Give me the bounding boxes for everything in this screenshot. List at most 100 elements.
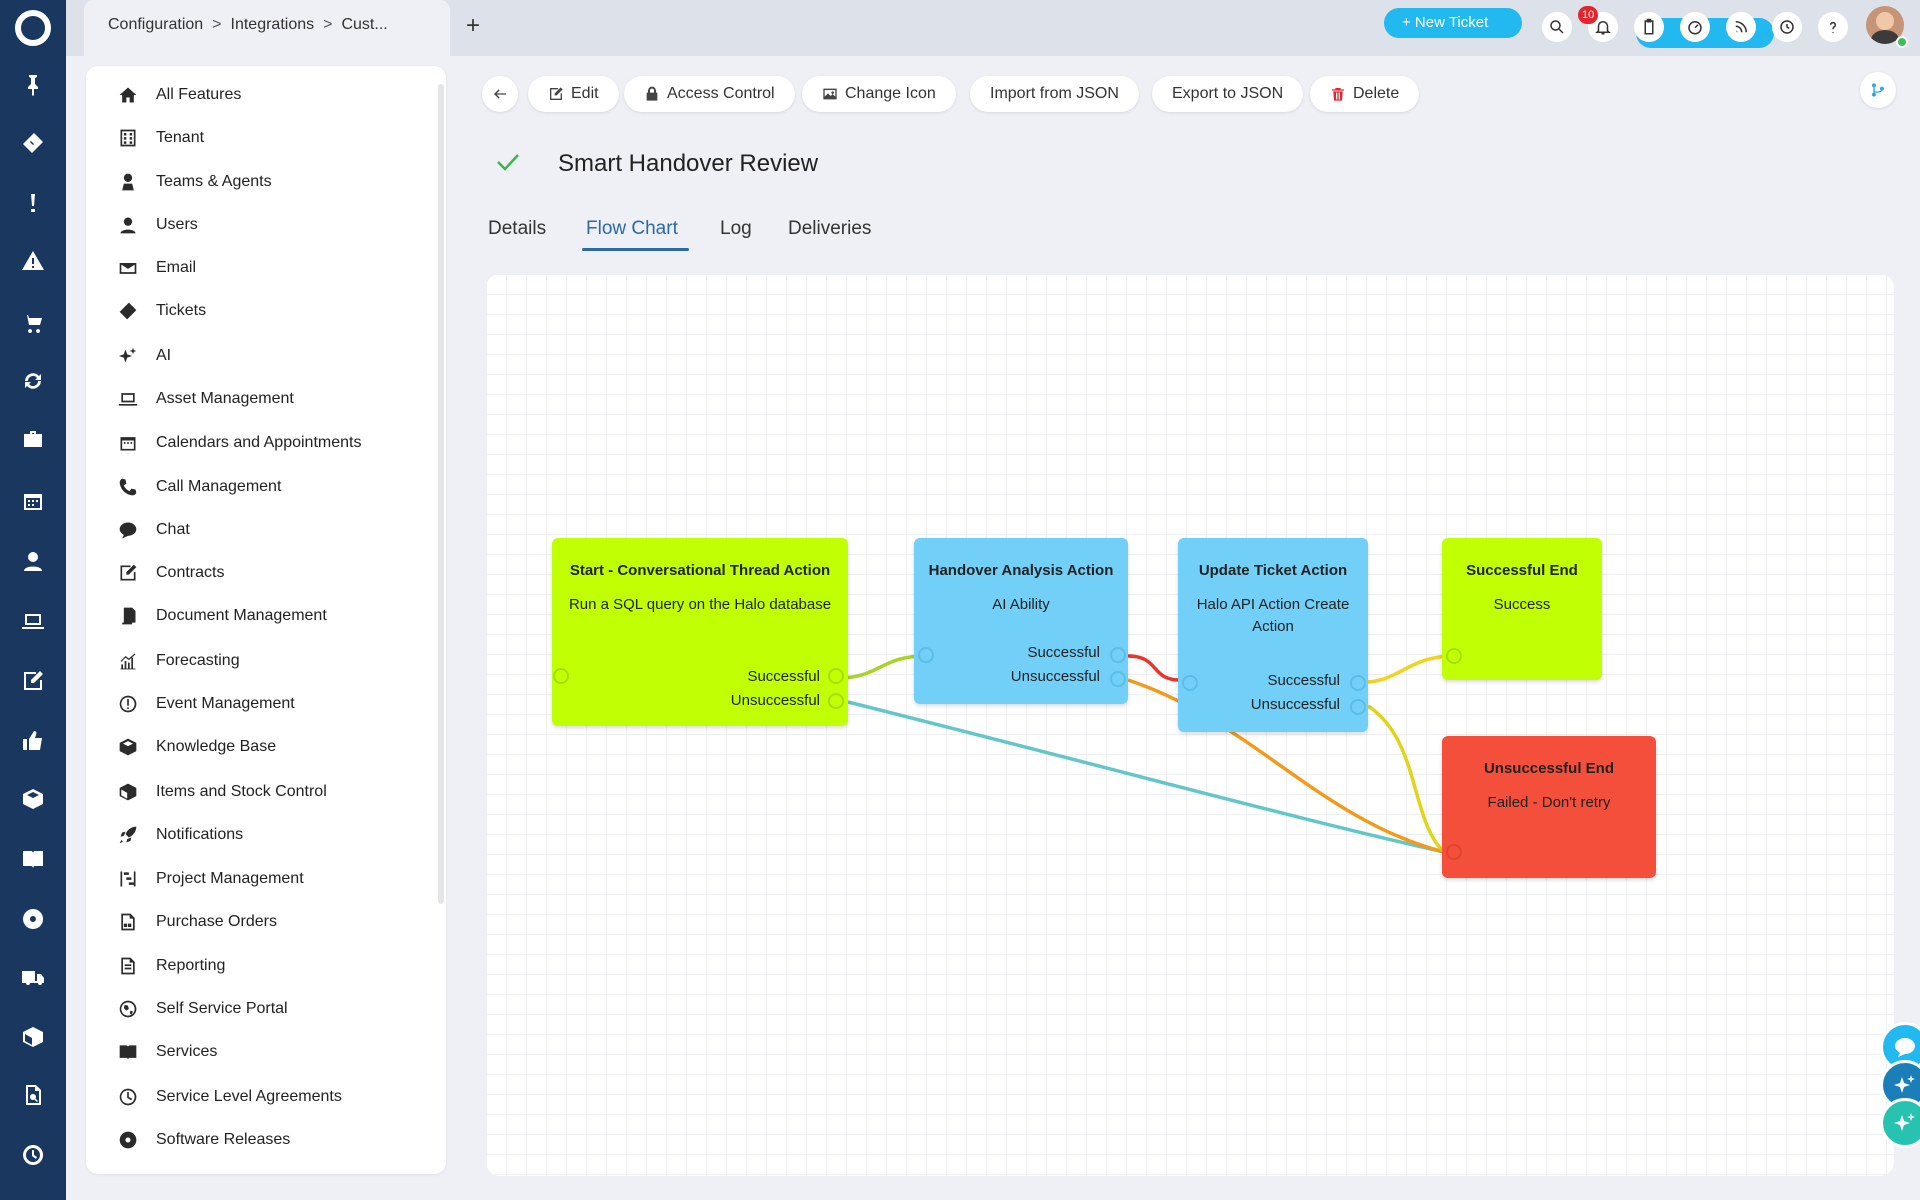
exclamation-icon[interactable] [18,188,48,218]
thumbs-up-icon[interactable] [18,726,48,756]
ticket-icon[interactable] [18,128,48,158]
input-port[interactable] [1182,675,1198,691]
menu-item-software-releases[interactable]: Software Releases [116,1125,290,1155]
export-json-button[interactable]: Export to JSON [1152,76,1304,112]
menu-item-asset-management[interactable]: Asset Management [116,384,294,414]
box-icon[interactable] [18,784,48,814]
output-port-successful[interactable] [828,668,844,684]
tab-details[interactable]: Details [488,218,546,240]
tab-flow-chart[interactable]: Flow Chart [586,218,678,240]
menu-item-services[interactable]: Services [116,1037,217,1067]
menu-item-purchase-orders[interactable]: Purchase Orders [116,907,277,937]
menu-item-email[interactable]: Email [116,253,196,283]
menu-item-contracts[interactable]: Contracts [116,558,224,588]
agent-icon [116,170,140,194]
node-title: Update Ticket Action [1198,562,1348,579]
ticket-icon [116,299,140,323]
menu-item-chat[interactable]: Chat [116,515,190,545]
menu-item-self-service-portal[interactable]: Self Service Portal [116,994,288,1024]
menu-item-document-management[interactable]: Document Management [116,601,327,631]
pin-icon[interactable] [18,70,48,100]
menu-item-sla[interactable]: Service Level Agreements [116,1082,342,1112]
menu-item-all-features[interactable]: All Features [116,80,241,110]
menu-item-teams-agents[interactable]: Teams & Agents [116,167,272,197]
flow-node-start[interactable]: Start - Conversational Thread Action Run… [552,538,848,726]
branch-icon[interactable] [1860,72,1896,108]
menu-item-users[interactable]: Users [116,210,198,240]
output-port-unsuccessful[interactable] [1350,699,1366,715]
calendar-icon[interactable] [18,486,48,516]
rss-icon[interactable] [1726,12,1756,42]
change-icon-button[interactable]: Change Icon [802,76,956,112]
document-search-icon[interactable] [18,1080,48,1110]
tab-log[interactable]: Log [720,218,752,240]
input-port[interactable] [553,668,569,684]
flow-node-update-ticket[interactable]: Update Ticket Action Halo API Action Cre… [1178,538,1368,732]
clipboard-icon[interactable] [1634,12,1664,42]
back-button[interactable] [482,76,518,112]
new-ticket-button[interactable]: + New Ticket [1384,8,1522,38]
new-tab-plus-icon[interactable]: + [466,14,480,38]
output-port-successful[interactable] [1350,675,1366,691]
flow-node-handover-analysis[interactable]: Handover Analysis Action AI Ability Succ… [914,538,1128,704]
input-port[interactable] [1446,844,1462,860]
package-icon[interactable] [18,1022,48,1052]
menu-item-ai[interactable]: AI [116,341,171,371]
node-description: AI Ability [992,596,1050,613]
search-icon[interactable] [1542,12,1572,42]
breadcrumb-current[interactable]: Cust... [341,16,387,33]
chart-icon [116,649,140,673]
help-icon[interactable] [1818,12,1848,42]
cart-icon[interactable] [18,308,48,338]
menu-scrollbar[interactable] [438,84,444,904]
edit-icon[interactable] [18,666,48,696]
import-json-button[interactable]: Import from JSON [970,76,1139,112]
history-icon[interactable] [1772,12,1802,42]
boxes-icon [116,735,140,759]
breadcrumb-configuration[interactable]: Configuration [108,16,203,33]
flow-node-successful-end[interactable]: Successful End Success [1442,538,1602,680]
menu-item-project-management[interactable]: Project Management [116,864,304,894]
menu-item-tickets[interactable]: Tickets [116,296,206,326]
output-successful: Successful [1027,644,1100,661]
laptop-icon[interactable] [18,606,48,636]
delete-button[interactable]: Delete [1310,76,1420,112]
user-icon[interactable] [18,546,48,576]
documents-icon [116,604,140,628]
refresh-icon[interactable] [18,366,48,396]
menu-item-tenant[interactable]: Tenant [116,123,204,153]
menu-item-call-management[interactable]: Call Management [116,472,281,502]
trash-icon [1332,88,1344,101]
app-logo[interactable] [15,10,51,46]
warning-icon[interactable] [18,246,48,276]
tab-deliveries[interactable]: Deliveries [788,218,871,240]
book-icon[interactable] [18,844,48,874]
disc-icon[interactable] [18,904,48,934]
input-port[interactable] [1446,648,1462,664]
access-control-button[interactable]: Access Control [624,76,795,112]
gauge-icon[interactable] [1680,12,1710,42]
briefcase-icon[interactable] [18,424,48,454]
node-title: Start - Conversational Thread Action [569,562,831,579]
online-status-indicator [1896,36,1908,48]
input-port[interactable] [918,647,934,663]
menu-item-calendars[interactable]: Calendars and Appointments [116,428,361,458]
menu-item-items-stock[interactable]: Items and Stock Control [116,777,327,807]
output-port-unsuccessful[interactable] [1110,671,1126,687]
truck-icon[interactable] [18,962,48,992]
clock-icon[interactable] [18,1140,48,1170]
box-icon [116,780,140,804]
alert-circle-icon [116,692,140,716]
flow-node-unsuccessful-end[interactable]: Unsuccessful End Failed - Don't retry [1442,736,1656,878]
menu-item-event-management[interactable]: Event Management [116,689,295,719]
menu-item-reporting[interactable]: Reporting [116,951,225,981]
output-port-successful[interactable] [1110,647,1126,663]
edit-button[interactable]: Edit [528,76,619,112]
menu-item-notifications[interactable]: Notifications [116,820,243,850]
output-unsuccessful: Unsuccessful [1250,696,1340,713]
output-port-unsuccessful[interactable] [828,693,844,709]
menu-item-knowledge-base[interactable]: Knowledge Base [116,732,276,762]
menu-item-forecasting[interactable]: Forecasting [116,646,240,676]
breadcrumb-integrations[interactable]: Integrations [231,16,315,33]
output-unsuccessful: Unsuccessful [730,692,820,709]
